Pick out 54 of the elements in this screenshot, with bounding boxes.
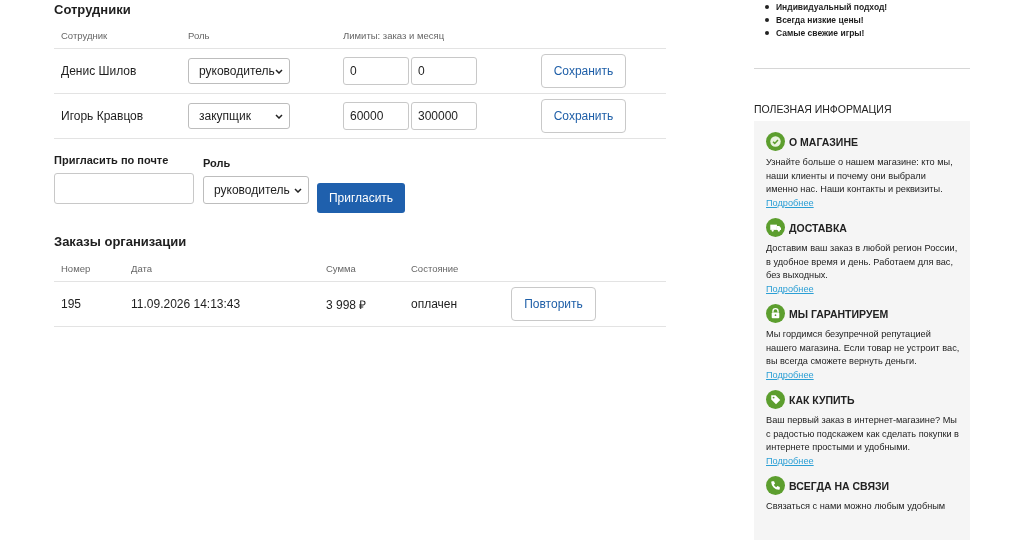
save-button[interactable]: Сохранить [541,99,626,133]
month-limit-field[interactable]: 0 [411,57,477,85]
invite-button[interactable]: Пригласить [317,183,405,213]
field-label: Пригласить по почте [54,153,169,167]
bullet-icon [765,17,769,22]
role-select[interactable]: руководитель [188,58,290,84]
table-cell: 11.09.2026 14:13:43 [131,297,241,311]
column-header: Номер [61,262,91,274]
info-text: Мы гордимся безупречной репутацией нашего магазина. Если товар не устроит вас, вы всегда сможете вернуть деньги. [766,328,960,368]
phone-icon [766,476,785,495]
bullet-icon [765,4,769,9]
table-cell: 195 [61,297,82,311]
info-title: КАК КУПИТЬ [789,393,855,406]
month-limit-field[interactable]: 300000 [411,102,477,130]
table-cell-text: 3 998 ₽ [326,296,367,313]
info-text: Ваш первый заказ в интернет-магазине? Мы с радостью подскажем как сделать покупки в интернете простыми и удобными. [766,414,960,454]
role-select[interactable]: руководитель [203,176,309,204]
column-header: Сотрудник [61,29,108,41]
section-title: Сотрудники [54,2,131,17]
field-label: Роль [203,156,231,170]
order-limit-field[interactable]: 0 [343,57,409,85]
column-header: Лимиты: заказ и месяц [343,29,445,41]
sidebar-title: ПОЛЕЗНАЯ ИНФОРМАЦИЯ [754,102,893,116]
truck-icon [766,218,785,237]
bullet-text: Самые свежие игры! [776,27,865,38]
save-button[interactable]: Сохранить [541,54,626,88]
order-limit-field[interactable]: 60000 [343,102,409,130]
section-title: Заказы организации [54,234,187,249]
info-title: ДОСТАВКА [789,221,847,234]
column-header: Дата [131,262,153,274]
role-select[interactable]: закупщик [188,103,290,129]
repeat-button[interactable]: Повторить [511,287,596,321]
info-text: Связаться с нами можно любым удобным [766,500,947,513]
chevron-down-icon [275,113,283,119]
bullet-text: Всегда низкие цены! [776,14,864,25]
info-text: Узнайте больше о нашем магазине: кто мы, наши клиенты и почему они выбрали именно нас. Наши контакты и реквизиты. [766,156,954,196]
info-text: Доставим ваш заказ в любой регион России, в удобное время и день. Работаем для вас, без выходных. [766,242,959,282]
employee-name: Денис Шилов [61,64,137,78]
column-header: Состояние [411,262,459,274]
info-title: МЫ ГАРАНТИРУЕМ [789,307,889,320]
bullet-icon [765,30,769,35]
padlock-icon [766,304,785,323]
column-header: Роль [188,29,210,41]
tag-icon [766,390,785,409]
info-title: ВСЕГДА НА СВЯЗИ [789,479,890,492]
column-header: Сумма [326,262,356,274]
chevron-down-icon [275,68,283,74]
info-title: О МАГАЗИНЕ [789,135,858,148]
chevron-down-icon [294,187,302,193]
employee-name: Игорь Кравцов [61,109,144,123]
table-cell: оплачен [411,297,458,311]
email-field[interactable] [54,173,194,204]
bullet-text: Индивидуальный подход! [776,1,888,12]
check-circle-icon [766,132,785,151]
